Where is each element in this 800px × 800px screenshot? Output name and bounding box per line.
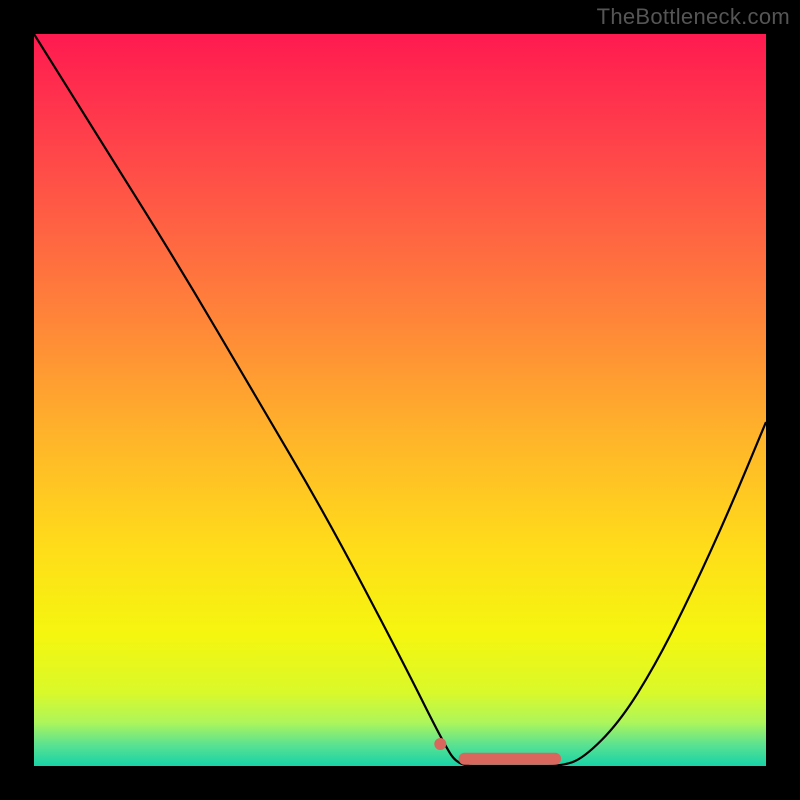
- plot-area: [34, 34, 766, 766]
- watermark-text: TheBottleneck.com: [597, 4, 790, 30]
- chart-svg: [34, 34, 766, 766]
- chart-frame: TheBottleneck.com: [0, 0, 800, 800]
- curve-minimum-dot: [434, 738, 446, 750]
- optimal-range-marker: [459, 753, 561, 765]
